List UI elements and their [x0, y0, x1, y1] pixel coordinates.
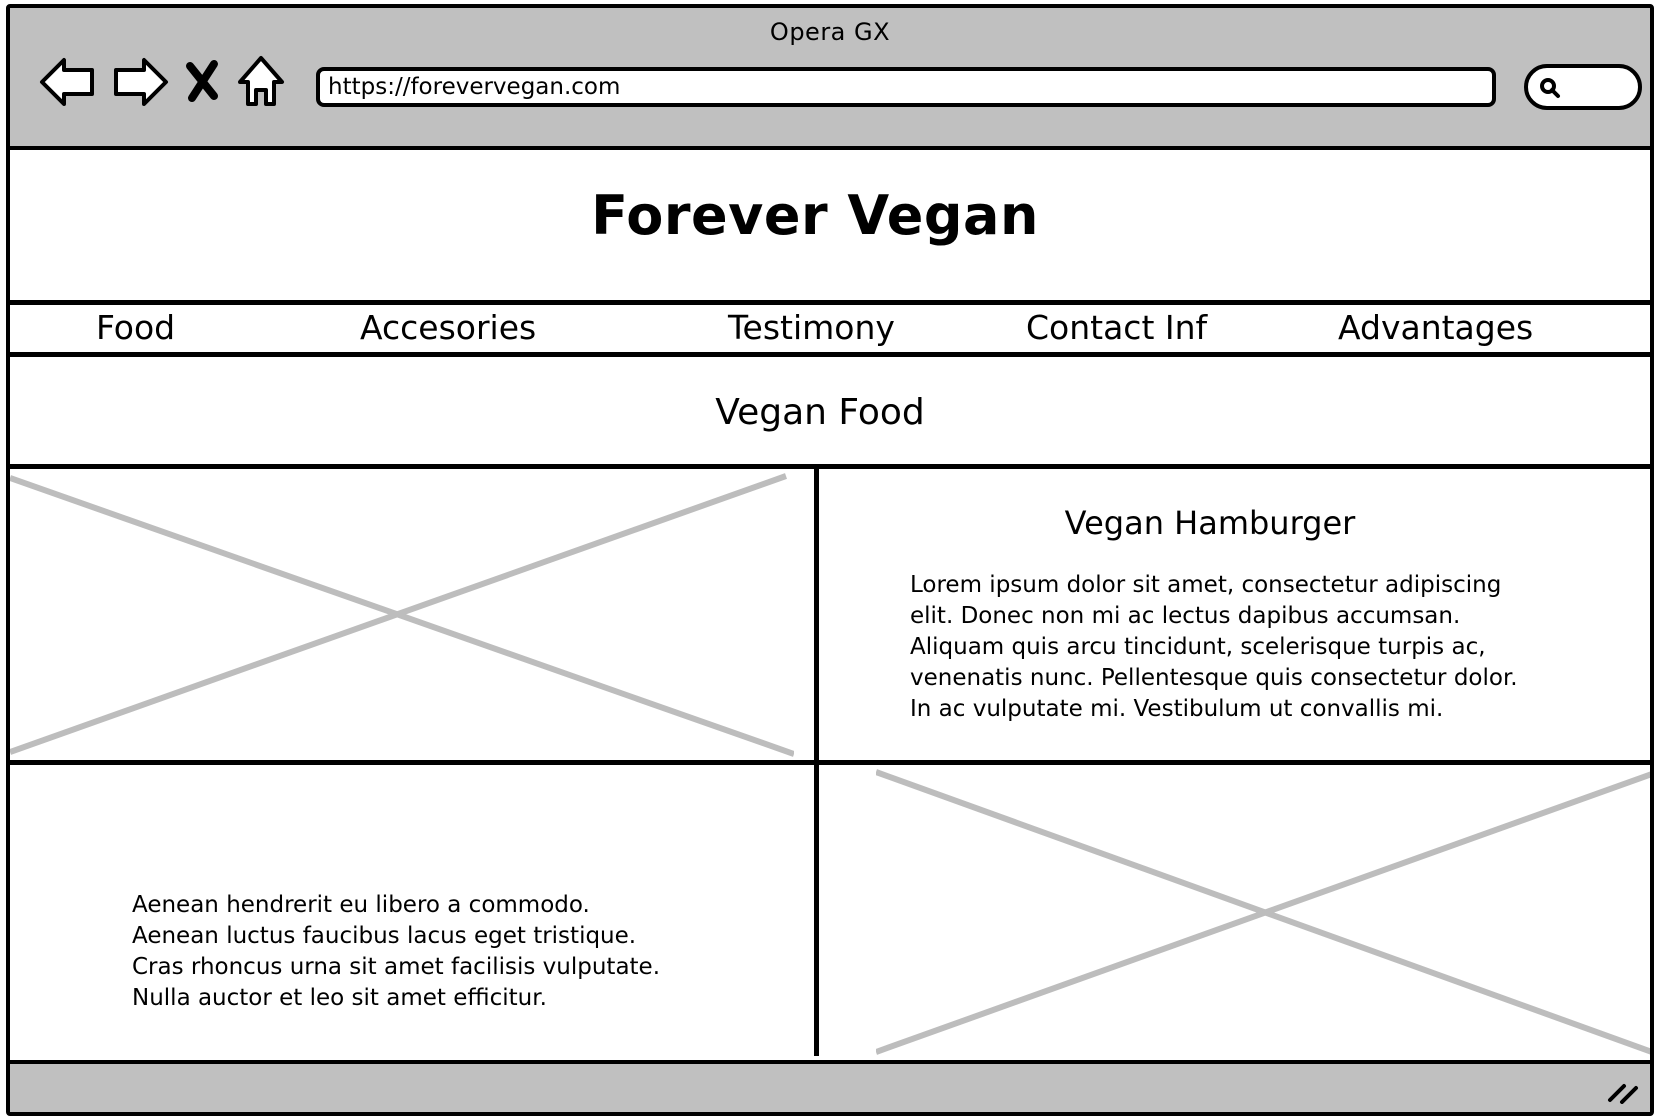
card-description-line: In ac vulputate mi. Vestibulum ut conval…	[910, 696, 1444, 722]
resize-grip-icon[interactable]	[1606, 1076, 1640, 1104]
browser-toolbar: Opera GX https://forevervegan.com	[10, 8, 1650, 150]
section-title: Vegan Food	[715, 392, 925, 433]
card-description-line: venenatis nunc. Pellentesque quis consec…	[910, 665, 1518, 691]
back-arrow-icon[interactable]	[36, 52, 100, 112]
menu-top-divider	[10, 300, 1650, 305]
forward-arrow-icon[interactable]	[108, 52, 172, 112]
image-placeholder-top-left	[10, 470, 794, 760]
side-description-line: Aenean luctus faucibus lacus eget tristi…	[132, 923, 637, 949]
card-description: Lorem ipsum dolor sit amet, consectetur …	[910, 570, 1550, 725]
status-bar	[10, 1060, 1650, 1112]
browser-window: Opera GX https://forevervegan.com Foreve…	[6, 4, 1654, 1116]
menu-item-food[interactable]: Food	[96, 308, 175, 347]
search-input[interactable]	[1524, 64, 1642, 110]
menu-item-advantages[interactable]: Advantages	[1338, 308, 1533, 347]
card-title: Vegan Hamburger	[1064, 504, 1356, 542]
close-icon[interactable]	[180, 52, 224, 112]
search-icon	[1540, 78, 1560, 98]
grid-middle-divider	[10, 760, 1650, 765]
menu-bottom-divider	[10, 352, 1650, 357]
menu-item-accesories[interactable]: Accesories	[360, 308, 536, 347]
card-description-line: elit. Donec non mi ac lectus dapibus acc…	[910, 603, 1461, 629]
grid-top-divider	[10, 464, 1650, 469]
site-title: Forever Vegan	[591, 184, 1039, 247]
side-description-line: Nulla auctor et leo sit amet efficitur.	[132, 985, 547, 1011]
menu-item-testimony[interactable]: Testimony	[728, 308, 895, 347]
url-input[interactable]: https://forevervegan.com	[316, 67, 1496, 107]
side-description-line: Aenean hendrerit eu libero a commodo.	[132, 892, 590, 918]
image-placeholder-bottom-right	[876, 766, 1650, 1058]
window-title: Opera GX	[769, 18, 891, 46]
side-description-line: Cras rhoncus urna sit amet facilisis vul…	[132, 954, 661, 980]
home-icon[interactable]	[234, 52, 288, 112]
card-description-line: Aliquam quis arcu tincidunt, scelerisque…	[910, 634, 1486, 660]
card-description-line: Lorem ipsum dolor sit amet, consectetur …	[910, 572, 1502, 598]
menu-item-contact-inf[interactable]: Contact Inf	[1026, 308, 1207, 347]
side-description: Aenean hendrerit eu libero a commodo. Ae…	[132, 890, 692, 1014]
